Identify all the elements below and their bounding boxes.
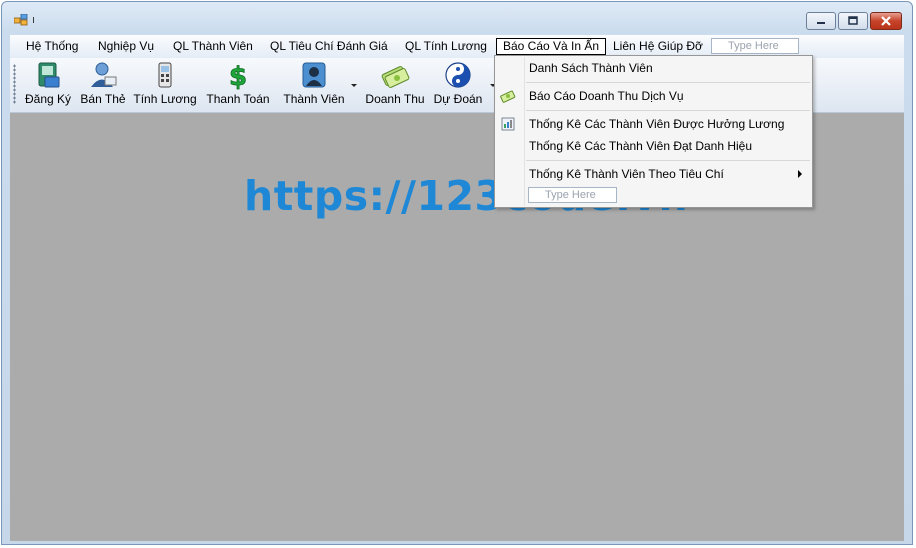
menu-he-thong[interactable]: Hệ Thống	[20, 38, 84, 55]
menu-ql-tieu-chi-danh-gia[interactable]: QL Tiêu Chí Đánh Giá	[264, 38, 394, 55]
window-title: ı	[32, 14, 36, 26]
minimize-icon	[817, 22, 825, 24]
bao-cao-dropdown-menu: Danh Sách Thành Viên Báo Cáo Doanh Thu D…	[494, 55, 813, 208]
toolbar-doanh-thu-label: Doanh Thu	[365, 92, 425, 106]
money-icon	[381, 66, 410, 88]
toolbar-thanh-vien-button[interactable]: Thành Viên	[280, 60, 348, 110]
app-icon	[14, 14, 28, 26]
toolbar-thanh-toan-button[interactable]: $ Thanh Toán	[204, 60, 272, 110]
menu-item-thong-ke-theo-tieu-chi[interactable]: Thống Kê Thành Viên Theo Tiêu Chí	[529, 167, 724, 181]
toolbar-du-doan-button[interactable]: Dự Đoán	[430, 60, 486, 110]
register-icon	[38, 62, 60, 88]
money-small-icon	[500, 90, 516, 103]
svg-text:$: $	[229, 62, 247, 90]
menu-separator	[526, 110, 810, 111]
menu-lien-he-giup-do[interactable]: Liên Hệ Giúp Đỡ	[607, 38, 709, 55]
toolbar-ban-the-button[interactable]: Bán Thẻ	[78, 60, 128, 110]
maximize-icon	[848, 16, 858, 25]
toolbar-dang-ky-button[interactable]: Đăng Ký	[20, 60, 76, 110]
close-icon	[881, 16, 891, 26]
toolbar-tinh-luong-label: Tính Lương	[133, 92, 197, 106]
toolbar-thanh-toan-label: Thanh Toán	[206, 92, 270, 106]
toolbar-thanh-vien-label: Thành Viên	[283, 92, 345, 106]
toolbar-grip[interactable]	[13, 64, 16, 104]
toolbar-du-doan-label: Dự Đoán	[433, 92, 483, 106]
member-icon	[302, 62, 326, 88]
minimize-button[interactable]	[806, 12, 836, 30]
menu-bao-cao-va-in-an[interactable]: Báo Cáo Và In Ấn	[496, 38, 607, 55]
report-icon	[501, 117, 515, 131]
dropdown-type-here-input[interactable]: Type Here	[528, 187, 617, 203]
menu-item-bao-cao-doanh-thu-dich-vu[interactable]: Báo Cáo Doanh Thu Dịch Vụ	[529, 89, 684, 103]
menu-type-here-input[interactable]: Type Here	[711, 38, 799, 54]
toolbar-tinh-luong-button[interactable]: Tính Lương	[132, 60, 198, 110]
title-bar[interactable]: ı	[2, 2, 912, 34]
menu-nghiep-vu[interactable]: Nghiệp Vụ	[92, 38, 160, 55]
menu-item-thong-ke-huong-luong[interactable]: Thống Kê Các Thành Viên Được Hưởng Lương	[529, 117, 784, 131]
dollar-icon: $	[229, 62, 248, 90]
menu-ql-tinh-luong[interactable]: QL Tính Lương	[399, 38, 493, 55]
toolbar-ban-the-label: Bán Thẻ	[80, 92, 126, 106]
calculator-icon	[158, 62, 172, 88]
toolbar-dang-ky-label: Đăng Ký	[24, 92, 72, 106]
toolbar-doanh-thu-button[interactable]: Doanh Thu	[362, 60, 428, 110]
menu-item-danh-sach-thanh-vien[interactable]: Danh Sách Thành Viên	[529, 61, 653, 75]
menu-separator	[526, 160, 810, 161]
menu-ql-thanh-vien[interactable]: QL Thành Viên	[167, 38, 259, 55]
yin-yang-icon	[445, 62, 471, 88]
submenu-arrow-icon	[798, 170, 802, 178]
maximize-button[interactable]	[838, 12, 868, 30]
menu-separator	[526, 82, 810, 83]
close-button[interactable]	[870, 12, 902, 30]
menu-item-thong-ke-danh-hieu[interactable]: Thống Kê Các Thành Viên Đạt Danh Hiệu	[529, 139, 752, 153]
thanh-vien-dropdown-arrow-icon[interactable]	[351, 84, 357, 87]
card-sell-icon	[91, 62, 117, 87]
